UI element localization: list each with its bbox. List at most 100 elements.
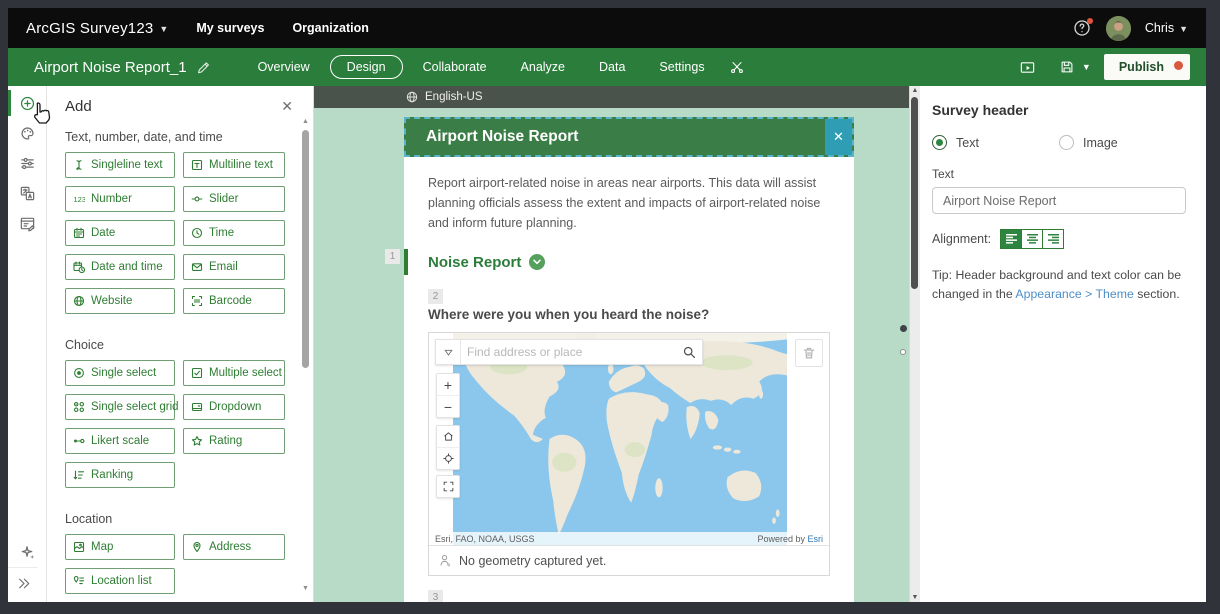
user-menu[interactable]: Chris ▼ bbox=[1145, 21, 1188, 35]
add-map-button[interactable]: Map bbox=[65, 534, 175, 560]
add-time-button[interactable]: Time bbox=[183, 220, 285, 246]
scrollbar-thumb[interactable] bbox=[911, 97, 918, 289]
language-label[interactable]: English-US bbox=[425, 91, 483, 103]
add-multiple-select-button[interactable]: Multiple select bbox=[183, 360, 285, 386]
help-icon[interactable] bbox=[1072, 18, 1093, 38]
app-title[interactable]: ArcGIS Survey123 bbox=[26, 20, 153, 37]
locate-button[interactable] bbox=[437, 447, 459, 469]
app-title-caret-icon[interactable]: ▼ bbox=[159, 24, 168, 34]
survey-description[interactable]: Report airport-related noise in areas ne… bbox=[428, 173, 830, 233]
add-rating-button[interactable]: Rating bbox=[183, 428, 285, 454]
section-label-location: Location bbox=[65, 512, 113, 526]
esri-link[interactable]: Esri bbox=[808, 534, 824, 544]
scroll-up-icon[interactable]: ▲ bbox=[910, 87, 920, 94]
question-number: 2 bbox=[428, 289, 443, 304]
tab-design[interactable]: Design bbox=[329, 55, 403, 79]
deselect-close-icon[interactable]: ✕ bbox=[825, 119, 852, 155]
singleline-text-icon bbox=[73, 159, 85, 171]
add-multiline-text-button[interactable]: Multiline text bbox=[183, 152, 285, 178]
scroll-up-icon[interactable]: ▲ bbox=[301, 118, 310, 125]
publish-button[interactable]: Publish bbox=[1103, 54, 1190, 80]
add-number-button[interactable]: 123 Number bbox=[65, 186, 175, 212]
scissors-icon[interactable] bbox=[729, 59, 745, 75]
top-menu-my-surveys[interactable]: My surveys bbox=[196, 21, 264, 35]
zoom-out-button[interactable]: − bbox=[437, 395, 459, 417]
map-search-bar[interactable] bbox=[435, 339, 703, 365]
panel-title: Survey header bbox=[932, 102, 1029, 118]
edit-title-icon[interactable] bbox=[196, 60, 210, 74]
sidebar-item-logic[interactable] bbox=[8, 148, 46, 178]
search-icon[interactable] bbox=[676, 346, 702, 359]
map-canvas[interactable]: + − bbox=[429, 333, 829, 545]
survey-body: Report airport-related noise in areas ne… bbox=[385, 157, 854, 602]
add-ranking-button[interactable]: Ranking bbox=[65, 462, 175, 488]
align-left-button[interactable] bbox=[1001, 230, 1022, 248]
save-icon[interactable] bbox=[1059, 59, 1075, 75]
zoom-in-button[interactable]: + bbox=[437, 374, 459, 395]
tab-settings[interactable]: Settings bbox=[645, 55, 718, 79]
sidebar-item-add[interactable] bbox=[8, 88, 46, 118]
sidebar-item-edit-sheet[interactable] bbox=[8, 208, 46, 238]
button-label: Website bbox=[91, 295, 133, 307]
scrollbar-thumb[interactable] bbox=[302, 130, 309, 368]
group-question[interactable]: 1 Noise Report bbox=[385, 249, 830, 275]
add-website-button[interactable]: Website bbox=[65, 288, 175, 314]
map-icon bbox=[73, 541, 85, 553]
nav-controls bbox=[436, 425, 460, 470]
add-date-button[interactable]: Date bbox=[65, 220, 175, 246]
delete-geometry-icon[interactable] bbox=[795, 339, 823, 367]
add-single-select-button[interactable]: Single select bbox=[65, 360, 175, 386]
top-menu-organization[interactable]: Organization bbox=[292, 21, 368, 35]
appearance-theme-link[interactable]: Appearance > Theme bbox=[1015, 287, 1133, 301]
tab-data[interactable]: Data bbox=[585, 55, 639, 79]
close-icon[interactable]: ✕ bbox=[281, 98, 293, 115]
tab-analyze[interactable]: Analyze bbox=[507, 55, 579, 79]
group-title: Noise Report bbox=[428, 253, 522, 271]
add-likert-scale-button[interactable]: Likert scale bbox=[65, 428, 175, 454]
tab-overview[interactable]: Overview bbox=[244, 55, 324, 79]
add-icon bbox=[19, 95, 36, 112]
header-text-input[interactable] bbox=[932, 187, 1186, 214]
add-singleline-text-button[interactable]: Singleline text bbox=[65, 152, 175, 178]
add-address-button[interactable]: Address bbox=[183, 534, 285, 560]
button-label: Single select bbox=[91, 367, 157, 379]
survey-header-selected[interactable]: Airport Noise Report ✕ bbox=[404, 117, 854, 157]
preview-icon[interactable] bbox=[1019, 59, 1036, 76]
add-slider-button[interactable]: Slider bbox=[183, 186, 285, 212]
collapse-group-icon[interactable] bbox=[529, 254, 546, 270]
language-bar: English-US bbox=[314, 86, 920, 108]
text-field-label: Text bbox=[932, 167, 955, 181]
save-caret-icon[interactable]: ▼ bbox=[1082, 62, 1091, 72]
sidebar-item-assistant[interactable] bbox=[8, 537, 46, 567]
scroll-down-icon[interactable]: ▼ bbox=[910, 594, 920, 601]
page-indicator-active[interactable] bbox=[900, 325, 907, 332]
map-question-widget[interactable]: + − bbox=[428, 332, 830, 576]
add-date-and-time-button[interactable]: Date and time bbox=[65, 254, 175, 280]
map-question-label[interactable]: Where were you when you heard the noise? bbox=[428, 307, 830, 322]
add-barcode-button[interactable]: Barcode bbox=[183, 288, 285, 314]
add-dropdown-button[interactable]: Dropdown bbox=[183, 394, 285, 420]
page-indicator[interactable] bbox=[900, 349, 906, 355]
search-input[interactable] bbox=[461, 345, 676, 359]
align-right-button[interactable] bbox=[1042, 230, 1064, 248]
fullscreen-button[interactable] bbox=[437, 476, 459, 497]
sidebar-item-collapse[interactable] bbox=[8, 567, 38, 598]
section-grid: Map Address Location list bbox=[65, 534, 285, 594]
align-center-button[interactable] bbox=[1021, 230, 1043, 248]
radio-text[interactable]: Text bbox=[932, 135, 1059, 150]
add-single-select-grid-button[interactable]: Single select grid bbox=[65, 394, 179, 420]
sidebar-item-appearance[interactable] bbox=[8, 118, 46, 148]
home-button[interactable] bbox=[437, 426, 459, 447]
search-mode-caret-icon[interactable] bbox=[436, 340, 461, 364]
radio-label: Image bbox=[1083, 135, 1118, 150]
tab-collaborate[interactable]: Collaborate bbox=[409, 55, 501, 79]
preview-scrollbar[interactable]: ▲ ▼ bbox=[909, 86, 920, 602]
add-email-button[interactable]: Email bbox=[183, 254, 285, 280]
survey-title: Airport Noise Report_1 bbox=[34, 58, 187, 76]
avatar[interactable] bbox=[1105, 15, 1131, 41]
add-location-list-button[interactable]: Location list bbox=[65, 568, 175, 594]
sidebar-item-translate[interactable] bbox=[8, 178, 46, 208]
scroll-down-icon[interactable]: ▼ bbox=[301, 585, 310, 592]
radio-image[interactable]: Image bbox=[1059, 135, 1186, 150]
add-panel-scrollbar[interactable]: ▲ ▼ bbox=[301, 118, 310, 592]
